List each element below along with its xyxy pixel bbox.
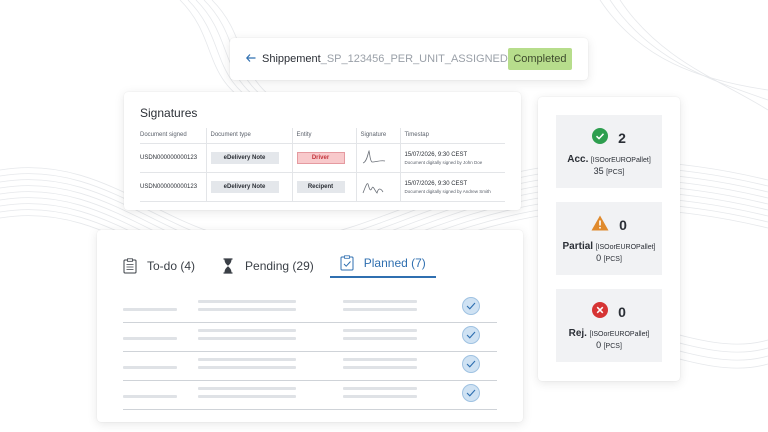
rejected-label: Rej.: [568, 327, 587, 339]
placeholder-bar: [343, 337, 417, 340]
pallet-type: [ISOorEUROPallet]: [590, 156, 651, 164]
partial-count: 0: [619, 217, 627, 233]
tab-todo[interactable]: To-do (4): [123, 254, 195, 278]
table-row[interactable]: USDN000000000123 eDelivery Note Recipent…: [140, 172, 505, 202]
tasks-panel: To-do (4) Pending (29) Planned (7): [97, 230, 523, 422]
document-type-chip: eDelivery Note: [210, 152, 279, 164]
signed-by: Document digitally signed by John Doe: [404, 159, 483, 165]
signatures-table: Document signed Document type Entity Sig…: [140, 128, 505, 202]
placeholder-bar: [198, 395, 296, 398]
placeholder-bar: [123, 308, 177, 311]
check-icon[interactable]: [462, 326, 480, 344]
timestamp: 15/07/2026, 9:30 CEST: [404, 151, 468, 158]
qty-unit: [PCS]: [603, 255, 622, 263]
entity-chip: Driver: [296, 152, 345, 164]
placeholder-bar: [198, 300, 296, 303]
placeholder-bar: [198, 387, 296, 390]
document-id: USDN000000000123: [140, 172, 207, 202]
placeholder-bar: [123, 366, 177, 369]
placeholder-bar: [198, 308, 296, 311]
hourglass-icon: [221, 258, 235, 274]
entity-chip: Recipent: [296, 181, 345, 193]
warning-triangle-icon: [591, 215, 609, 236]
accepted-summary[interactable]: 2 Acc. [ISOorEUROPallet] 35 [PCS]: [556, 115, 662, 188]
arrow-left-icon[interactable]: [245, 53, 256, 65]
check-icon[interactable]: [462, 384, 480, 402]
clipboard-list-icon: [123, 258, 137, 274]
partial-label: Partial: [562, 240, 594, 252]
partial-qty: 0: [596, 252, 602, 263]
check-icon[interactable]: [462, 297, 480, 315]
timestamp: 15/07/2026, 9:30 CEST: [404, 180, 468, 187]
accepted-count: 2: [618, 130, 626, 146]
placeholder-bar: [343, 395, 417, 398]
pallet-type: [ISOorEUROPallet]: [589, 330, 650, 338]
placeholder-bar: [343, 329, 417, 332]
rejected-qty: 0: [596, 339, 602, 350]
rejected-count: 0: [618, 304, 626, 320]
placeholder-bar: [123, 395, 177, 398]
signature-image: [362, 149, 385, 164]
list-item[interactable]: [123, 381, 497, 410]
task-tabs: To-do (4) Pending (29) Planned (7): [123, 252, 497, 278]
rejected-summary[interactable]: 0 Rej. [ISOorEUROPallet] 0 [PCS]: [556, 289, 662, 362]
column-header: Entity: [292, 128, 357, 144]
tab-label: Planned (7): [363, 256, 426, 270]
list-item[interactable]: [123, 323, 497, 352]
shipment-id: _SP_123456_PER_UNIT_ASSIGNED: [320, 53, 508, 65]
tab-pending[interactable]: Pending (29): [221, 254, 314, 278]
tab-label: To-do (4): [147, 259, 196, 273]
list-item[interactable]: [123, 352, 497, 381]
table-row[interactable]: USDN000000000123 eDelivery Note Driver 1…: [140, 143, 505, 173]
placeholder-bar: [198, 337, 296, 340]
column-header: Document signed: [140, 128, 207, 144]
check-icon[interactable]: [462, 355, 480, 373]
pallet-type: [ISOorEUROPallet]: [595, 243, 656, 251]
accepted-label: Acc.: [567, 153, 589, 165]
x-circle-icon: [592, 301, 609, 323]
signed-by: Document digitally signed by Andrew Smit…: [404, 188, 491, 194]
list-item[interactable]: [123, 294, 497, 323]
shipment-header: Shippement _SP_123456_PER_UNIT_ASSIGNED …: [230, 38, 588, 80]
signatures-title: Signatures: [140, 106, 198, 120]
signature-image: [362, 183, 383, 194]
placeholder-bar: [343, 358, 417, 361]
column-header: Timestap: [400, 128, 505, 144]
qty-unit: [PCS]: [606, 168, 625, 176]
tab-label: Pending (29): [245, 259, 314, 273]
placeholder-bar: [343, 300, 417, 303]
tab-planned[interactable]: Planned (7): [329, 252, 436, 278]
task-list: [123, 294, 497, 410]
shipment-label: Shippement: [262, 53, 321, 65]
column-header: Signature: [356, 128, 401, 144]
placeholder-bar: [198, 329, 296, 332]
check-circle-icon: [592, 127, 609, 149]
document-type-chip: eDelivery Note: [210, 181, 279, 193]
qty-unit: [PCS]: [603, 342, 622, 350]
accepted-qty: 35: [593, 165, 604, 176]
placeholder-bar: [198, 358, 296, 361]
placeholder-bar: [343, 387, 417, 390]
column-header: Document type: [206, 128, 293, 144]
placeholder-bar: [343, 366, 417, 369]
signatures-panel: Signatures Document signed Document type…: [124, 92, 521, 210]
partial-summary[interactable]: 0 Partial [ISOorEUROPallet] 0 [PCS]: [556, 202, 662, 275]
document-id: USDN000000000123: [140, 143, 207, 173]
placeholder-bar: [198, 366, 296, 369]
status-badge[interactable]: Completed: [507, 48, 572, 70]
placeholder-bar: [343, 308, 417, 311]
summary-panel: 2 Acc. [ISOorEUROPallet] 35 [PCS] 0 Part…: [538, 97, 680, 381]
placeholder-bar: [123, 337, 177, 340]
clipboard-check-icon: [340, 255, 354, 271]
